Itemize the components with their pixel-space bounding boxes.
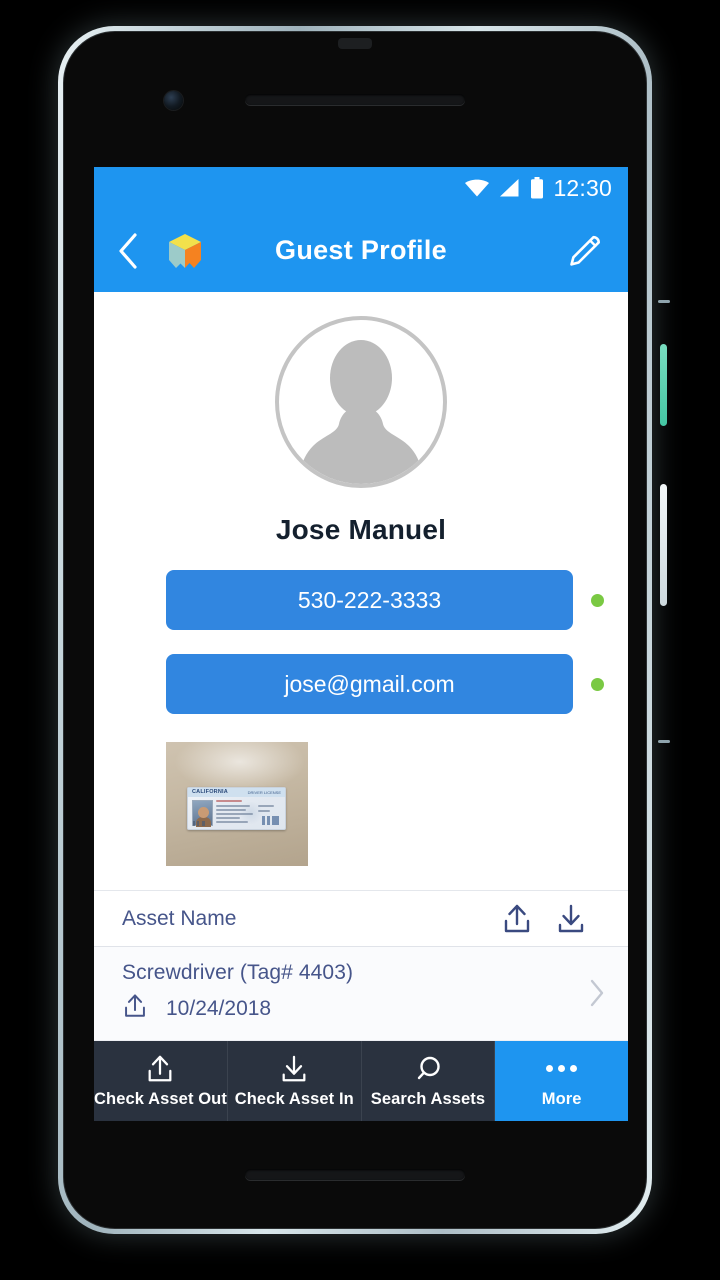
contact-row-email: jose@gmail.com: [94, 654, 628, 714]
license-text-line: [258, 810, 270, 812]
email-button[interactable]: jose@gmail.com: [166, 654, 573, 714]
contact-row-phone: 530-222-3333: [94, 570, 628, 630]
license-state-label: CALIFORNIA: [192, 789, 228, 795]
phone-screen: 12:30 Guest Profile Jose Manuel 530-222-…: [94, 167, 628, 1121]
nav-label: Check Asset Out: [94, 1089, 227, 1108]
frame-antenna-seam: [658, 740, 670, 743]
license-text-line: [216, 805, 250, 807]
table-row[interactable]: Screwdriver (Tag# 4403) 10/24/2018: [94, 947, 628, 1041]
bottom-navigation-bar: Check Asset Out Check Asset In Search As…: [94, 1041, 628, 1121]
cube-logo-icon[interactable]: [164, 230, 206, 272]
nav-label: More: [541, 1089, 582, 1108]
more-dots-icon: [546, 1054, 578, 1084]
download-icon: [279, 1054, 309, 1084]
power-button[interactable]: [660, 344, 667, 426]
battery-icon: [530, 177, 544, 199]
profile-body: Jose Manuel 530-222-3333 jose@gmail.com …: [94, 292, 628, 1041]
edit-button[interactable]: [562, 229, 606, 273]
phone-shell: 12:30 Guest Profile Jose Manuel 530-222-…: [63, 31, 647, 1229]
avatar[interactable]: [275, 316, 447, 488]
license-text-line: [258, 805, 274, 807]
chevron-right-icon: [588, 977, 606, 1009]
status-bar: 12:30: [94, 167, 628, 209]
cell-signal-icon: [499, 178, 521, 198]
check-in-download-icon[interactable]: [544, 903, 598, 935]
license-stamp: [262, 816, 279, 825]
license-text-line: [216, 809, 246, 811]
app-bar: Guest Profile: [94, 209, 628, 292]
search-icon: [413, 1054, 443, 1084]
license-text-line: [216, 813, 253, 815]
phone-status-dot: [591, 593, 604, 607]
nav-label: Search Assets: [370, 1089, 486, 1108]
wifi-icon: [464, 178, 490, 198]
asset-name-column-header: Asset Name: [122, 906, 237, 930]
id-photo-thumbnail[interactable]: CALIFORNIA DRIVER LICENSE: [166, 742, 308, 866]
proximity-sensor-notch: [338, 38, 372, 49]
avatar-wrapper: [94, 316, 628, 488]
asset-row-content: Screwdriver (Tag# 4403) 10/24/2018: [122, 961, 588, 1024]
license-text-line: [216, 821, 248, 823]
pencil-icon: [570, 235, 600, 266]
person-placeholder-icon: [300, 340, 422, 484]
license-type-label: DRIVER LICENSE: [247, 789, 281, 795]
chevron-left-icon: [119, 232, 137, 269]
phone-button[interactable]: 530-222-3333: [166, 570, 573, 630]
asset-date: 10/24/2018: [166, 996, 272, 1020]
license-portrait-face: [198, 807, 209, 818]
asset-table-header: Asset Name: [94, 891, 628, 947]
check-out-upload-icon: [122, 993, 148, 1024]
nav-more[interactable]: More: [495, 1041, 628, 1121]
bottom-speaker: [245, 1169, 465, 1180]
profile-name: Jose Manuel: [275, 514, 447, 545]
nav-search-assets[interactable]: Search Assets: [361, 1041, 496, 1121]
asset-list: Screwdriver (Tag# 4403) 10/24/2018: [94, 947, 628, 1041]
upload-icon: [145, 1054, 175, 1084]
back-button[interactable]: [116, 231, 150, 271]
nav-check-asset-out[interactable]: Check Asset Out: [94, 1041, 228, 1121]
license-signature: [193, 821, 212, 826]
earpiece-speaker: [245, 94, 465, 105]
license-text-line: [216, 800, 242, 802]
drivers-license-card: CALIFORNIA DRIVER LICENSE: [187, 787, 286, 830]
nav-label: Check Asset In: [234, 1089, 354, 1108]
phone-frame: 12:30 Guest Profile Jose Manuel 530-222-…: [58, 26, 652, 1234]
volume-rocker[interactable]: [660, 484, 667, 606]
front-camera-icon: [164, 91, 183, 110]
check-out-upload-icon[interactable]: [490, 903, 544, 935]
screenshot-stage: 12:30 Guest Profile Jose Manuel 530-222-…: [0, 0, 720, 1280]
license-text-line: [216, 817, 240, 819]
status-time: 12:30: [553, 174, 612, 201]
nav-check-asset-in[interactable]: Check Asset In: [227, 1041, 362, 1121]
email-status-dot: [591, 677, 604, 691]
asset-meta: 10/24/2018: [122, 993, 588, 1024]
asset-section: Asset Name Screwdriver (Tag# 4403) 10/24…: [94, 890, 628, 1041]
asset-name: Screwdriver (Tag# 4403): [122, 961, 354, 984]
frame-antenna-seam: [658, 300, 670, 303]
